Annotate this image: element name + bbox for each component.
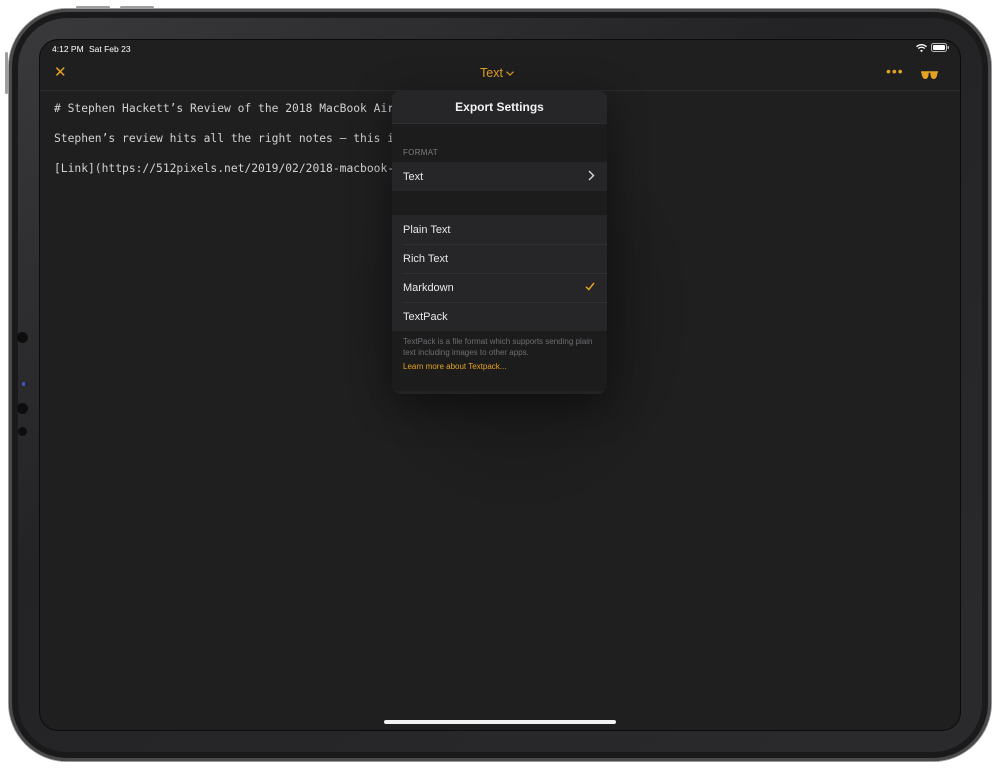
status-time: 4:12 PM [52, 44, 84, 54]
volume-button [120, 6, 154, 9]
home-indicator[interactable] [384, 720, 616, 724]
status-icons [916, 43, 950, 52]
preview-glasses-icon[interactable] [920, 67, 939, 85]
chevron-right-icon [588, 170, 595, 181]
screen: 4:12 PM Sat Feb 23 ✕ Text ••• # Stephen … [40, 40, 960, 730]
option-rich-text[interactable]: Rich Text [392, 244, 607, 273]
close-icon[interactable]: ✕ [54, 65, 67, 81]
camera-sensor [17, 332, 28, 343]
status-bar: 4:12 PM Sat Feb 23 [40, 40, 960, 58]
option-label: TextPack [403, 310, 448, 323]
camera-lens [17, 403, 28, 414]
popover-footer: TextPack is a file format which supports… [392, 331, 607, 391]
camera-indicator [22, 382, 25, 386]
format-title-button[interactable]: Text [480, 66, 514, 80]
checkmark-icon [585, 282, 595, 291]
textpack-description: TextPack is a file format which supports… [403, 337, 593, 357]
option-label: Rich Text [403, 252, 449, 265]
status-date: Sat Feb 23 [89, 44, 131, 54]
format-row[interactable]: Text [392, 162, 607, 191]
option-label: Plain Text [403, 223, 451, 236]
wifi-icon [916, 43, 927, 52]
volume-button [76, 6, 110, 9]
format-section-header: FORMAT [392, 124, 607, 162]
popover-title: Export Settings [392, 90, 607, 124]
navigation-bar: ✕ Text ••• [40, 58, 960, 91]
ellipsis-icon[interactable]: ••• [886, 63, 904, 79]
format-section-label: FORMAT [403, 148, 438, 157]
option-markdown[interactable]: Markdown [392, 273, 607, 302]
camera-flash [18, 427, 27, 436]
format-value: Text [403, 170, 424, 183]
export-settings-popover: Export Settings FORMAT Text Plain Text R… [392, 90, 607, 394]
option-plain-text[interactable]: Plain Text [392, 215, 607, 244]
learn-more-link[interactable]: Learn more about Textpack... [403, 362, 596, 371]
battery-icon [931, 43, 949, 52]
option-textpack[interactable]: TextPack [392, 302, 607, 331]
option-label: Markdown [403, 281, 454, 294]
power-button [5, 52, 8, 94]
chevron-down-icon [506, 70, 514, 76]
format-title-label: Text [480, 66, 503, 80]
section-gap [392, 191, 607, 215]
